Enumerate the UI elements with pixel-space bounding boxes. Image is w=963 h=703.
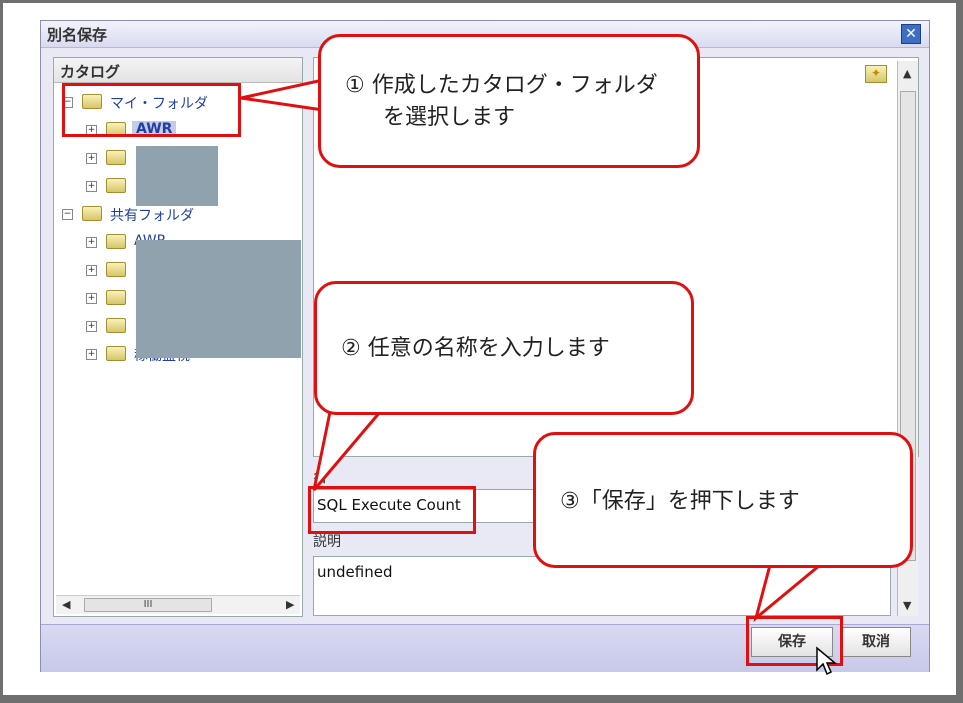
callout-tail-3 bbox=[753, 563, 825, 623]
callout-3-text: ③「保存」を押下します bbox=[560, 489, 800, 514]
callout-tail-1 bbox=[240, 78, 325, 112]
callout-1: ① 作成したカタログ・フォルダ を選択します bbox=[318, 34, 700, 168]
callout-3: ③「保存」を押下します bbox=[533, 432, 913, 568]
callout-1-line-1: ① 作成したカタログ・フォルダ bbox=[345, 73, 658, 98]
callout-2: ② 任意の名称を入力します bbox=[314, 281, 694, 415]
callout-2-text: ② 任意の名称を入力します bbox=[341, 336, 610, 361]
screenshot-frame: 別名保存 ✕ カタログ − マイ・フォルダ + AWR + + − 共有フォルダ… bbox=[0, 0, 963, 703]
callout-1-line-2: を選択します bbox=[383, 105, 516, 130]
callout-tail-2 bbox=[312, 410, 384, 491]
cursor-icon bbox=[816, 646, 837, 676]
